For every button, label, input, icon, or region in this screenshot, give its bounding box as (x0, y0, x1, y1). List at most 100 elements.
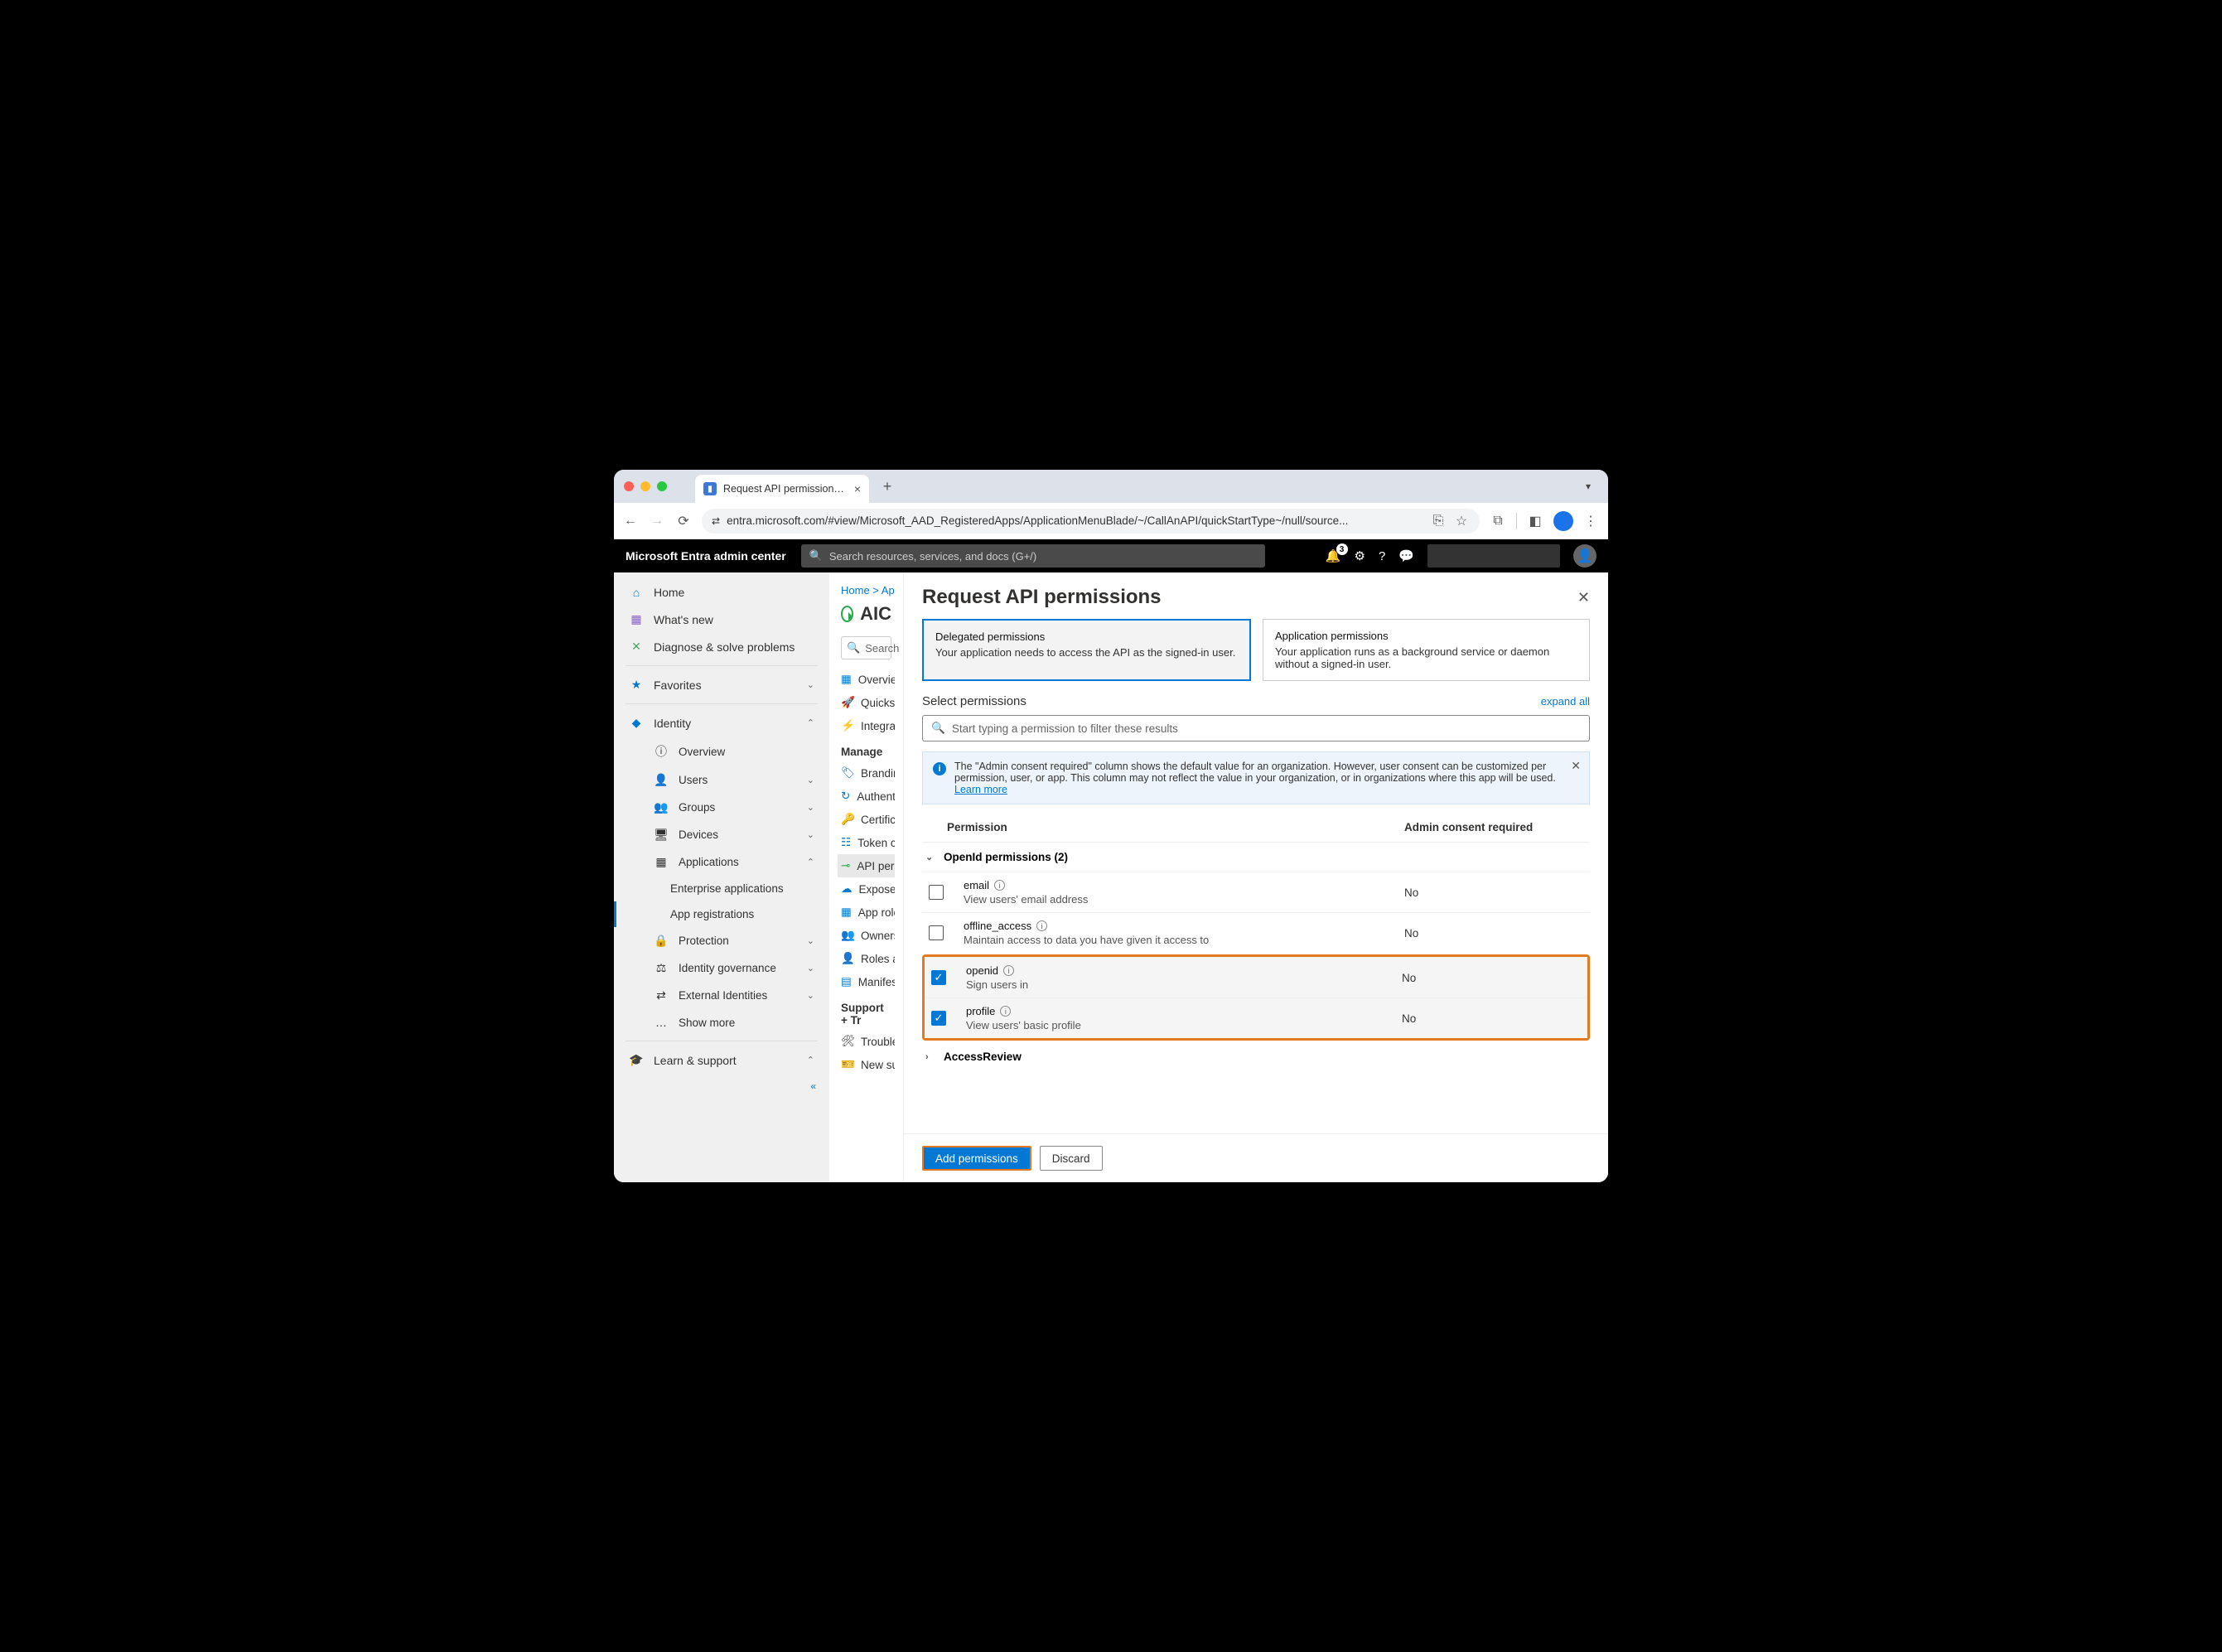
highlighted-rows: ✓ openidi Sign users in No ✓ profilei Vi… (922, 954, 1590, 1041)
governance-icon: ⚖ (654, 961, 669, 975)
feedback-icon[interactable]: 💬 (1398, 548, 1414, 563)
browser-tab[interactable]: ▮ Request API permissions - Mi × (695, 475, 869, 503)
resource-search[interactable]: 🔍Search (841, 636, 891, 659)
sidebar-item-enterprise-apps[interactable]: Enterprise applications (614, 876, 829, 901)
permission-search[interactable]: 🔍 Start typing a permission to filter th… (922, 715, 1590, 741)
grid-icon: ▦ (841, 673, 852, 686)
info-icon: ⓘ (654, 743, 669, 760)
search-icon: 🔍 (847, 641, 860, 655)
info-circle-icon[interactable]: i (1036, 920, 1047, 931)
address-bar[interactable]: ⇄ entra.microsoft.com/#view/Microsoft_AA… (702, 509, 1480, 534)
menu-branding[interactable]: 🏷Branding (838, 761, 895, 785)
reload-button[interactable]: ⟳ (675, 513, 692, 529)
tool-icon: 🛠 (841, 1035, 854, 1048)
discard-button[interactable]: Discard (1040, 1146, 1103, 1171)
breadcrumb[interactable]: Home > Ap (838, 581, 895, 600)
info-circle-icon[interactable]: i (994, 880, 1005, 891)
site-info-icon[interactable]: ⇄ (712, 515, 720, 527)
sidebar-item-show-more[interactable]: …Show more (614, 1009, 829, 1036)
sidebar-item-learn-support[interactable]: 🎓Learn & support⌃ (614, 1046, 829, 1074)
menu-certificates[interactable]: 🔑Certificat (838, 808, 895, 831)
menu-label: New sup (861, 1059, 895, 1071)
menu-quickstart[interactable]: 🚀Quickstart (838, 691, 895, 714)
sidebar-item-external-identities[interactable]: ⇄External Identities⌄ (614, 982, 829, 1009)
checkbox-checked[interactable]: ✓ (931, 970, 946, 985)
menu-integration[interactable]: ⚡Integrati (838, 714, 895, 737)
tab-close-icon[interactable]: × (854, 482, 861, 495)
info-circle-icon[interactable]: i (1000, 1006, 1011, 1017)
notifications-icon[interactable]: 🔔3 (1326, 548, 1341, 563)
menu-overview[interactable]: ▦Overvie (838, 668, 895, 691)
sidebar-label: App registrations (670, 908, 754, 920)
new-tab-button[interactable]: + (876, 475, 899, 498)
group-openid[interactable]: ⌄ OpenId permissions (2) (922, 843, 1590, 872)
portal-brand[interactable]: Microsoft Entra admin center (626, 549, 786, 563)
window-minimize-button[interactable] (640, 481, 650, 491)
menu-token[interactable]: ☷Token co (838, 831, 895, 854)
bookmark-icon[interactable]: ☆ (1453, 513, 1470, 529)
settings-icon[interactable]: ⚙ (1355, 548, 1365, 563)
menu-expose-api[interactable]: ☁Expose a (838, 877, 895, 901)
card-desc: Your application needs to access the API… (935, 646, 1238, 659)
checkbox-checked[interactable]: ✓ (931, 1011, 946, 1026)
extensions-icon[interactable]: ⧉ (1490, 514, 1506, 529)
learn-more-link[interactable]: Learn more (954, 784, 1007, 795)
sidebar-item-applications[interactable]: ▦Applications⌃ (614, 848, 829, 876)
expand-all-link[interactable]: expand all (1541, 695, 1590, 708)
menu-new-support[interactable]: 🎫New sup (838, 1053, 895, 1076)
menu-roles[interactable]: 👤Roles an (838, 947, 895, 970)
sidebar-item-users[interactable]: 👤Users⌄ (614, 766, 829, 794)
add-permissions-button[interactable]: Add permissions (922, 1146, 1031, 1171)
sidebar-item-identity-governance[interactable]: ⚖Identity governance⌄ (614, 954, 829, 982)
chevron-down-icon: ⌄ (807, 990, 814, 1001)
card-desc: Your application runs as a background se… (1275, 645, 1577, 670)
sidebar-item-groups[interactable]: 👥Groups⌄ (614, 794, 829, 821)
info-close-button[interactable]: ✕ (1571, 759, 1581, 773)
breadcrumb-next[interactable]: Ap (882, 584, 895, 597)
sidebar-item-favorites[interactable]: ★Favorites⌄ (614, 671, 829, 698)
window-close-button[interactable] (624, 481, 634, 491)
sidebar-item-overview[interactable]: ⓘOverview (614, 737, 829, 766)
panel-close-button[interactable]: ✕ (1577, 589, 1590, 606)
install-app-icon[interactable]: ⎘ (1430, 514, 1447, 529)
sidebar-item-home[interactable]: ⌂Home (614, 579, 829, 606)
devices-icon: 🖥 (654, 828, 669, 842)
menu-manifest[interactable]: ▤Manifest (838, 970, 895, 993)
chrome-menu-icon[interactable]: ⋮ (1583, 513, 1600, 529)
window-maximize-button[interactable] (657, 481, 667, 491)
delegated-permissions-card[interactable]: Delegated permissions Your application n… (922, 619, 1251, 681)
menu-label: Manifest (858, 976, 895, 988)
profile-avatar[interactable] (1553, 511, 1573, 531)
sidebar-item-app-registrations[interactable]: App registrations (614, 901, 829, 927)
side-panel-icon[interactable]: ◧ (1527, 513, 1543, 529)
checkbox[interactable] (929, 925, 944, 940)
chevron-down-icon: ⌄ (807, 935, 814, 946)
help-icon[interactable]: ? (1379, 549, 1385, 563)
menu-app-roles[interactable]: ▦App role (838, 901, 895, 924)
sidebar-label: Identity governance (679, 962, 776, 974)
info-circle-icon[interactable]: i (1003, 965, 1014, 976)
menu-owners[interactable]: 👥Owners (838, 924, 895, 947)
menu-api-permissions[interactable]: ⊸API perm (838, 854, 895, 877)
user-avatar[interactable]: 👤 (1573, 544, 1596, 568)
checkbox[interactable] (929, 885, 944, 900)
sidebar-item-protection[interactable]: 🔒Protection⌄ (614, 927, 829, 954)
sidebar-label: Applications (679, 856, 739, 868)
sidebar-collapse-button[interactable]: « (614, 1074, 829, 1099)
group-label: AccessReview (944, 1051, 1022, 1063)
menu-troubleshoot[interactable]: 🛠Troubles (838, 1030, 895, 1053)
sidebar-item-identity[interactable]: ◆Identity⌃ (614, 709, 829, 737)
sidebar-item-diagnose[interactable]: ✕Diagnose & solve problems (614, 633, 829, 660)
group-access-review[interactable]: › AccessReview (922, 1042, 1590, 1071)
back-button[interactable]: ← (622, 513, 639, 529)
breadcrumb-home[interactable]: Home (841, 584, 870, 597)
account-area[interactable] (1427, 544, 1560, 568)
tab-dropdown-icon[interactable]: ▾ (1578, 476, 1598, 496)
perm-admin: No (1404, 927, 1587, 940)
application-permissions-card[interactable]: Application permissions Your application… (1263, 619, 1590, 681)
forward-button[interactable]: → (649, 513, 665, 529)
menu-authentication[interactable]: ↻Authenti (838, 785, 895, 808)
portal-search[interactable]: 🔍 Search resources, services, and docs (… (801, 544, 1265, 568)
sidebar-item-whats-new[interactable]: ▦What's new (614, 606, 829, 633)
sidebar-item-devices[interactable]: 🖥Devices⌄ (614, 821, 829, 848)
